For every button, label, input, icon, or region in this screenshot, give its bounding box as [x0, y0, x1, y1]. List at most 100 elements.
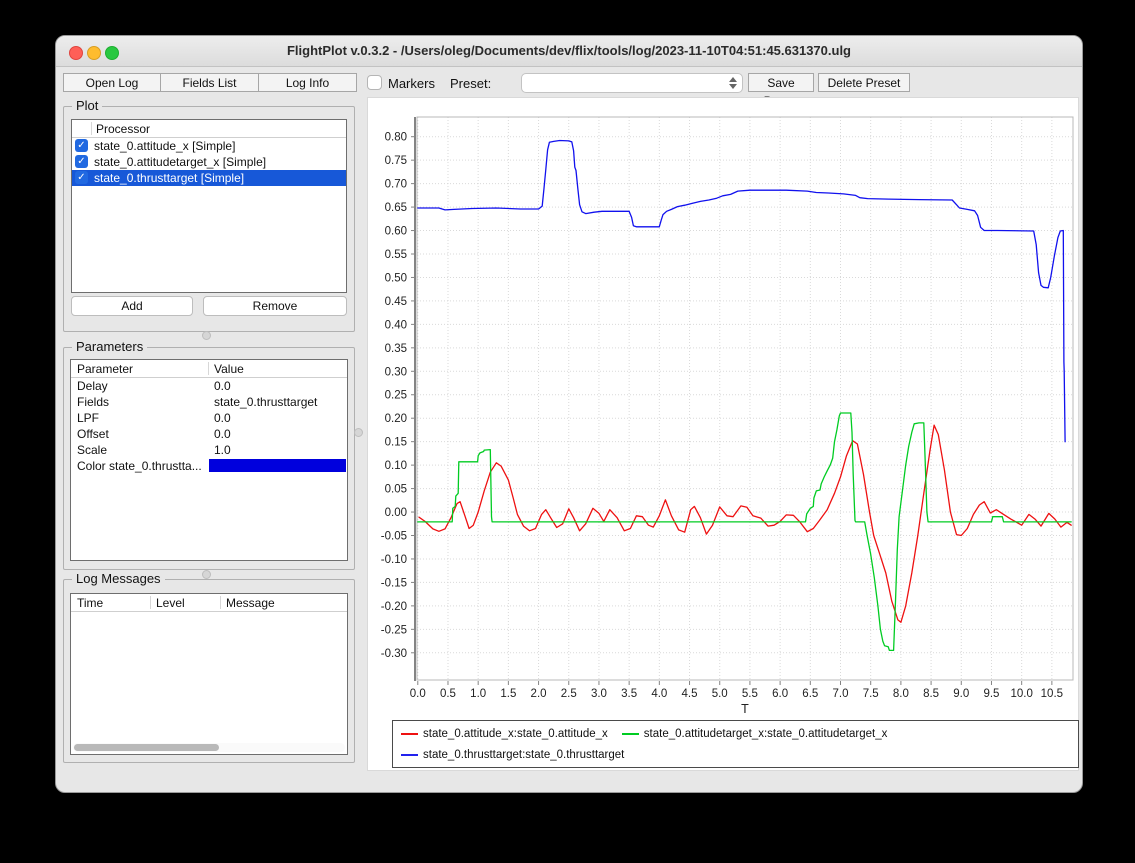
legend-label: state_0.attitude_x:state_0.attitude_x — [423, 728, 608, 740]
parameter-value-cell: state_0.thrusttarget — [214, 395, 344, 409]
y-tick-label: 0.40 — [385, 319, 407, 331]
window-title: FlightPlot v.0.3.2 - /Users/oleg/Documen… — [56, 43, 1082, 58]
x-tick-label: 3.0 — [591, 688, 607, 700]
parameters-group-title: Parameters — [72, 339, 147, 354]
plot-group: Plot Processor ✓state_0.attitude_x [Simp… — [63, 106, 355, 332]
markers-label: Markers — [388, 76, 435, 91]
y-tick-label: 0.50 — [385, 272, 407, 284]
x-tick-label: 1.5 — [500, 688, 516, 700]
parameter-row-color[interactable]: Color state_0.thrustta... — [71, 458, 347, 474]
title-bar[interactable]: FlightPlot v.0.3.2 - /Users/oleg/Documen… — [56, 36, 1082, 67]
parameter-row[interactable]: Offset 0.0 — [71, 426, 347, 442]
log-messages-group-title: Log Messages — [72, 571, 165, 586]
open-log-button[interactable]: Open Log — [63, 73, 161, 92]
chevron-down-icon — [729, 84, 737, 89]
y-tick-label: -0.20 — [381, 601, 407, 613]
x-tick-label: 6.0 — [772, 688, 788, 700]
processor-list-item[interactable]: ✓state_0.attitudetarget_x [Simple] — [72, 154, 346, 170]
series-line — [419, 425, 1071, 622]
remove-button[interactable]: Remove — [203, 296, 347, 316]
level-column-header: Level — [156, 596, 185, 610]
color-swatch[interactable] — [209, 459, 346, 472]
y-tick-label: 0.55 — [385, 249, 407, 261]
parameter-value-cell: 1.0 — [214, 443, 344, 457]
processor-list-item[interactable]: ✓ state_0.attitude_x [Simple] — [72, 138, 346, 154]
parameter-row[interactable]: Delay 0.0 — [71, 378, 347, 394]
series-line — [418, 413, 1071, 650]
combo-stepper-icon[interactable] — [726, 76, 739, 90]
time-column-header: Time — [77, 596, 103, 610]
processor-list-item[interactable]: ✓ state_0.thrusttarget [Simple] — [72, 170, 346, 186]
x-tick-label: 1.0 — [470, 688, 486, 700]
y-tick-label: 0.60 — [385, 226, 407, 238]
processor-list[interactable]: Processor ✓state_0.attitude_x [Simple]✓s… — [71, 119, 347, 293]
legend-item: state_0.attitudetarget_x:state_0.attitud… — [622, 728, 888, 740]
parameter-row[interactable]: Scale 1.0 — [71, 442, 347, 458]
markers-checkbox[interactable] — [367, 75, 382, 90]
y-tick-label: 0.10 — [385, 460, 407, 472]
item-checkbox[interactable]: ✓ — [75, 155, 88, 168]
x-tick-label: 8.5 — [923, 688, 939, 700]
parameter-value-cell: 0.0 — [214, 411, 344, 425]
legend-row: state_0.thrusttarget:state_0.thrusttarge… — [401, 747, 638, 763]
log-messages-table[interactable]: Time Level Message — [70, 593, 348, 755]
plot-group-title: Plot — [72, 98, 102, 113]
parameters-group: Parameters Parameter Value Delay0.0Field… — [63, 347, 355, 570]
parameters-table[interactable]: Parameter Value Delay0.0Fieldsstate_0.th… — [70, 359, 348, 561]
x-axis-label: T — [741, 702, 749, 716]
chart-panel: 0.800.750.700.650.600.550.500.450.400.35… — [367, 97, 1079, 771]
panel-divider-handle[interactable] — [354, 428, 363, 437]
splitter-handle[interactable] — [202, 331, 211, 340]
y-tick-label: -0.05 — [381, 530, 407, 542]
legend-item: state_0.attitude_x:state_0.attitude_x — [401, 728, 608, 740]
parameters-table-body: Delay0.0Fieldsstate_0.thrusttargetLPF0.0… — [71, 378, 347, 474]
parameter-column-header: Parameter — [77, 362, 133, 376]
x-tick-label: 5.5 — [742, 688, 758, 700]
y-tick-label: 0.15 — [385, 437, 407, 449]
legend-line-sample — [401, 733, 418, 735]
parameter-value-cell: 0.0 — [214, 379, 344, 393]
chart-legend: state_0.attitude_x:state_0.attitude_xsta… — [392, 720, 1079, 768]
column-separator — [208, 362, 209, 375]
value-column-header: Value — [214, 362, 244, 376]
add-button[interactable]: Add — [71, 296, 193, 316]
preset-combobox[interactable] — [521, 73, 743, 93]
delete-preset-button[interactable]: Delete Preset — [818, 73, 910, 92]
x-tick-label: 10.0 — [1010, 688, 1032, 700]
scrollbar-thumb[interactable] — [74, 744, 219, 751]
legend-line-sample — [401, 754, 418, 756]
item-checkbox[interactable]: ✓ — [75, 139, 88, 152]
parameter-row[interactable]: LPF 0.0 — [71, 410, 347, 426]
parameter-name-cell: LPF — [77, 411, 205, 425]
fields-list-button[interactable]: Fields List — [160, 73, 259, 92]
save-preset-button[interactable]: Save Preset — [748, 73, 814, 92]
parameter-row[interactable]: Fieldsstate_0.thrusttarget — [71, 394, 347, 410]
item-checkbox[interactable]: ✓ — [75, 171, 88, 184]
parameter-value-cell: 0.0 — [214, 427, 344, 441]
splitter-handle[interactable] — [202, 570, 211, 579]
processor-item-label: state_0.thrusttarget [Simple] — [94, 171, 244, 185]
y-tick-label: 0.75 — [385, 155, 407, 167]
x-tick-label: 6.5 — [802, 688, 818, 700]
processor-list-body: ✓ state_0.attitude_x [Simple]✓state_0.att… — [72, 138, 346, 186]
x-tick-label: 7.0 — [833, 688, 849, 700]
y-tick-label: 0.30 — [385, 366, 407, 378]
y-tick-label: 0.05 — [385, 484, 407, 496]
parameters-table-header: Parameter Value — [71, 360, 347, 378]
x-tick-label: 4.5 — [682, 688, 698, 700]
x-tick-label: 9.0 — [953, 688, 969, 700]
horizontal-scrollbar[interactable] — [73, 743, 345, 752]
y-tick-label: 0.70 — [385, 179, 407, 191]
parameter-name-cell: Delay — [77, 379, 205, 393]
parameter-name-cell: Scale — [77, 443, 205, 457]
processor-list-header: Processor — [72, 120, 346, 138]
parameter-name-cell: Offset — [77, 427, 205, 441]
x-tick-label: 0.0 — [410, 688, 426, 700]
y-tick-label: -0.10 — [381, 554, 407, 566]
log-messages-group: Log Messages Time Level Message — [63, 579, 355, 763]
y-tick-label: 0.20 — [385, 413, 407, 425]
column-separator — [91, 122, 92, 135]
y-tick-label: 0.45 — [385, 296, 407, 308]
log-info-button[interactable]: Log Info — [258, 73, 357, 92]
processor-item-label: state_0.attitude_x [Simple] — [94, 139, 235, 153]
